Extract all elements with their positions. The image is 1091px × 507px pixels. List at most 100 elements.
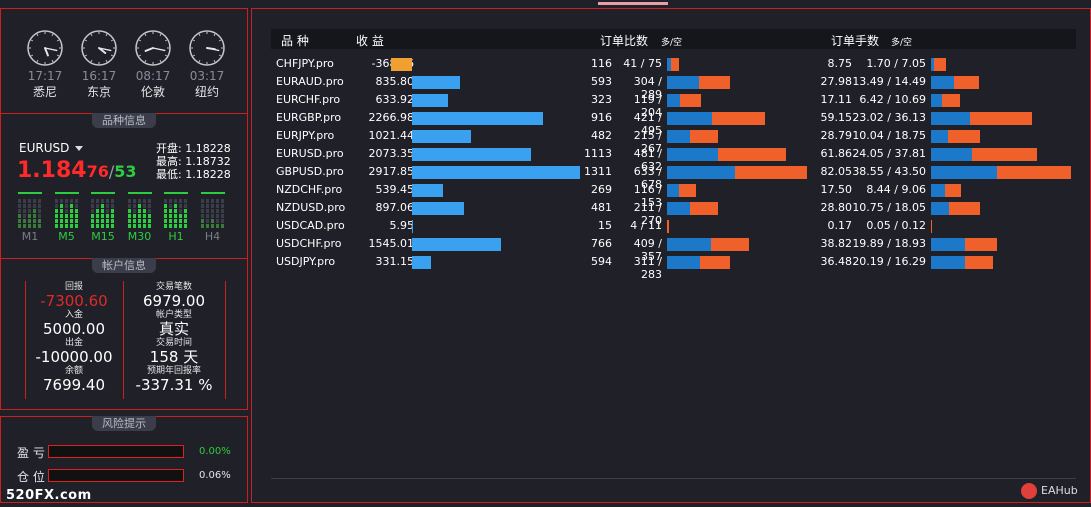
account-label: 交易笔数 xyxy=(155,282,192,292)
table-row[interactable]: CHFJPY.pro-368.5611641 / 758.751.70 / 7.… xyxy=(276,55,1076,73)
row-lots: 17.11 xyxy=(820,93,853,106)
account-label: 余额 xyxy=(64,366,83,376)
meter-segment xyxy=(132,204,136,208)
strength-meter xyxy=(54,192,79,228)
strength-meter xyxy=(200,192,225,228)
meter-segment xyxy=(179,204,182,208)
meter-segment xyxy=(59,219,63,223)
short-lots-bar xyxy=(931,220,933,233)
meter-segment xyxy=(33,199,36,203)
table-row[interactable]: EURCHF.pro 633.92 323 119 / 204 17.11 6.42 / … xyxy=(276,91,1076,119)
meter-segment xyxy=(38,209,41,213)
meter-segment xyxy=(184,224,187,228)
meter-segment xyxy=(54,204,58,208)
meter-segment xyxy=(106,204,109,208)
table-row[interactable]: NZDCHF.pro 539.45 269 116 / 153 17.50 8.44 / … xyxy=(276,181,1076,209)
timeframe-label: M1 xyxy=(21,230,39,243)
meter-segment xyxy=(215,214,219,218)
timeframe-m30[interactable]: M30 xyxy=(127,192,152,243)
long-count-bar xyxy=(667,76,700,89)
clock-time: 17:17 xyxy=(27,69,63,83)
timeframe-m5[interactable]: M5 xyxy=(54,192,79,243)
short-count-bar xyxy=(667,220,669,233)
symbol-select[interactable]: EURUSD xyxy=(19,141,84,155)
profit-bar xyxy=(412,202,464,215)
account-value: 6979.00 xyxy=(142,292,206,310)
meter-segment xyxy=(137,219,141,223)
price-pip: 76 xyxy=(86,162,109,181)
meter-segment xyxy=(69,204,73,208)
meter-segment xyxy=(220,204,224,208)
long-count-bar xyxy=(667,166,735,179)
row-symbol: EURJPY.pro xyxy=(276,129,335,142)
profit-bar xyxy=(412,76,461,89)
clock-city: 东京 xyxy=(86,85,111,99)
meter-segment xyxy=(106,214,109,218)
account-value: -10000.00 xyxy=(35,348,113,366)
row-lots: 61.86 xyxy=(820,147,853,160)
meter-segment xyxy=(28,209,31,213)
row-profit: 331.15 xyxy=(375,255,415,268)
meter-segment xyxy=(69,214,73,218)
eahub-text: EAHub xyxy=(1041,484,1078,497)
meter-segment xyxy=(91,219,94,223)
row-lots-long-short: 19.89 / 18.93 xyxy=(852,237,926,250)
meter-segment xyxy=(205,204,209,208)
table-row[interactable]: NZDUSD.pro 897.06 481 211 / 270 28.80 10.75 /… xyxy=(276,199,1076,227)
short-count-bar xyxy=(734,166,807,179)
clock-time: 16:17 xyxy=(81,69,117,83)
meter-segment xyxy=(179,199,182,203)
row-order-count: 1113 xyxy=(584,147,612,160)
meter-segment xyxy=(137,209,141,213)
short-count-bar xyxy=(718,148,786,161)
row-order-count: 593 xyxy=(591,75,612,88)
clock-city: 悉尼 xyxy=(32,85,57,99)
meter-segment xyxy=(101,224,104,228)
meter-segment xyxy=(59,224,63,228)
strength-meter xyxy=(164,192,188,228)
profit-bar xyxy=(412,130,471,143)
timeframe-m15[interactable]: M15 xyxy=(91,192,115,243)
meter-segment xyxy=(215,219,219,223)
meter-segment xyxy=(127,224,131,228)
table-row[interactable]: EURUSD.pro 2073.35 1113 481 / 632 61.86 24.05… xyxy=(276,145,1076,173)
meter-segment xyxy=(210,219,214,223)
meter-segment xyxy=(18,214,21,218)
meter-segment xyxy=(169,199,172,203)
meter-segment xyxy=(91,209,94,213)
row-order-count: 15 xyxy=(598,219,612,232)
table-row[interactable]: EURGBP.pro 2266.98 916 421 / 495 59.15 23.02 … xyxy=(276,109,1076,137)
table-row[interactable]: USDCAD.pro 5.95 15 4 / 11 0.17 0.05 / 0.12 xyxy=(276,217,1076,235)
table-row[interactable]: USDJPY.pro 331.15 594 311 / 283 36.48 20.19 /… xyxy=(276,253,1076,281)
long-lots-bar xyxy=(931,148,973,161)
meter-segment xyxy=(69,219,73,223)
low-price: 最低: 1.18228 xyxy=(156,168,231,181)
long-count-bar xyxy=(667,184,680,197)
clock-icon xyxy=(27,30,63,66)
table-row[interactable]: EURJPY.pro 1021.44 482 215 / 267 28.79 10.04 … xyxy=(276,127,1076,155)
meter-segment xyxy=(64,224,68,228)
short-lots-bar xyxy=(933,58,946,71)
timeframe-h4[interactable]: H4 xyxy=(200,192,225,243)
meter-segment xyxy=(147,214,151,218)
meter-segment xyxy=(184,204,187,208)
timeframe-label: M5 xyxy=(58,230,75,243)
row-symbol: USDCAD.pro xyxy=(276,219,345,232)
meter-segment xyxy=(64,209,68,213)
row-profit: 1545.01 xyxy=(368,237,415,250)
meter-segment xyxy=(142,199,146,203)
meter-segment xyxy=(18,224,21,228)
timeframe-h1[interactable]: H1 xyxy=(164,192,188,243)
row-profit: 2073.35 xyxy=(368,147,415,160)
long-lots-bar xyxy=(931,166,997,179)
meter-segment xyxy=(23,204,26,208)
table-row[interactable]: EURAUD.pro 835.80 593 304 / 289 27.98 13.49 /… xyxy=(276,73,1076,101)
table-row[interactable]: USDCHF.pro 1545.01 766 409 / 357 38.82 19.89 … xyxy=(276,235,1076,263)
table-row[interactable]: GBPUSD.pro 2917.85 1311 633 / 678 82.05 38.55… xyxy=(276,163,1076,191)
risk-title: 风险提示 xyxy=(92,416,156,431)
meter-segment xyxy=(169,214,172,218)
timeframe-m1[interactable]: M1 xyxy=(18,192,42,243)
clock: 16:17 东京 xyxy=(72,29,126,100)
profit-bar xyxy=(412,238,501,251)
row-symbol: EURCHF.pro xyxy=(276,93,341,106)
